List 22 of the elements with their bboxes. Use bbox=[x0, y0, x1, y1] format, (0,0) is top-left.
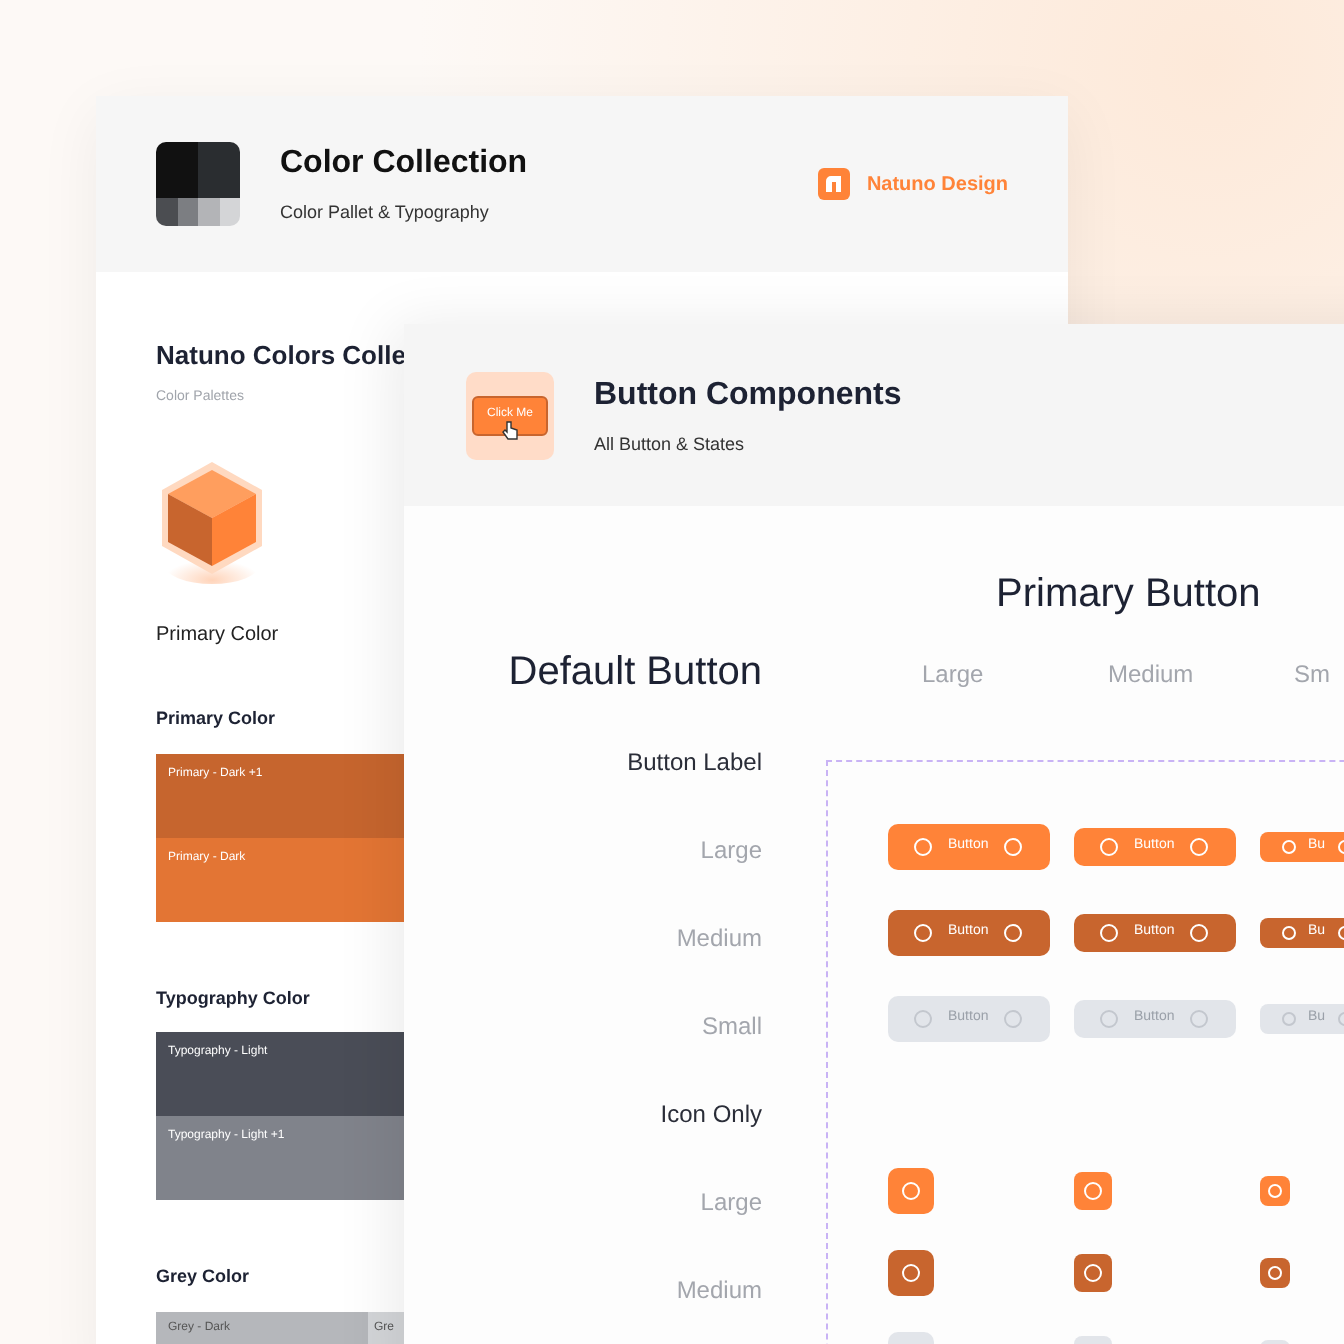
row-label: Large bbox=[700, 834, 762, 868]
row-label: Button Label bbox=[627, 746, 762, 780]
section-title: Primary Button bbox=[994, 570, 1263, 620]
card-title: Color Collection bbox=[280, 144, 528, 185]
row-label: Medium bbox=[676, 922, 762, 956]
row-label: Large bbox=[700, 1186, 762, 1220]
row-label: Icon Only bbox=[660, 1098, 762, 1132]
palette-title: Grey Color bbox=[156, 1264, 250, 1290]
row-label: Medium bbox=[676, 1274, 762, 1308]
column-label: Medium bbox=[1108, 660, 1194, 688]
palette-title: Primary Color bbox=[156, 706, 276, 732]
card-subtitle: All Button & States bbox=[594, 431, 747, 458]
group-title: Default Button bbox=[508, 648, 762, 698]
hero-label: Primary Color bbox=[156, 622, 279, 650]
column-label: Sm bbox=[1294, 660, 1330, 688]
section-title: Natuno Colors Colle bbox=[156, 338, 406, 374]
brand-name: Natuno Design bbox=[866, 171, 1008, 199]
column-label: Large bbox=[922, 660, 984, 688]
card-title: Button Components bbox=[594, 375, 902, 416]
row-label: Small bbox=[701, 1010, 762, 1044]
card-subtitle: Color Pallet & Typography bbox=[280, 200, 491, 227]
palette-title: Typography Color bbox=[156, 985, 310, 1012]
